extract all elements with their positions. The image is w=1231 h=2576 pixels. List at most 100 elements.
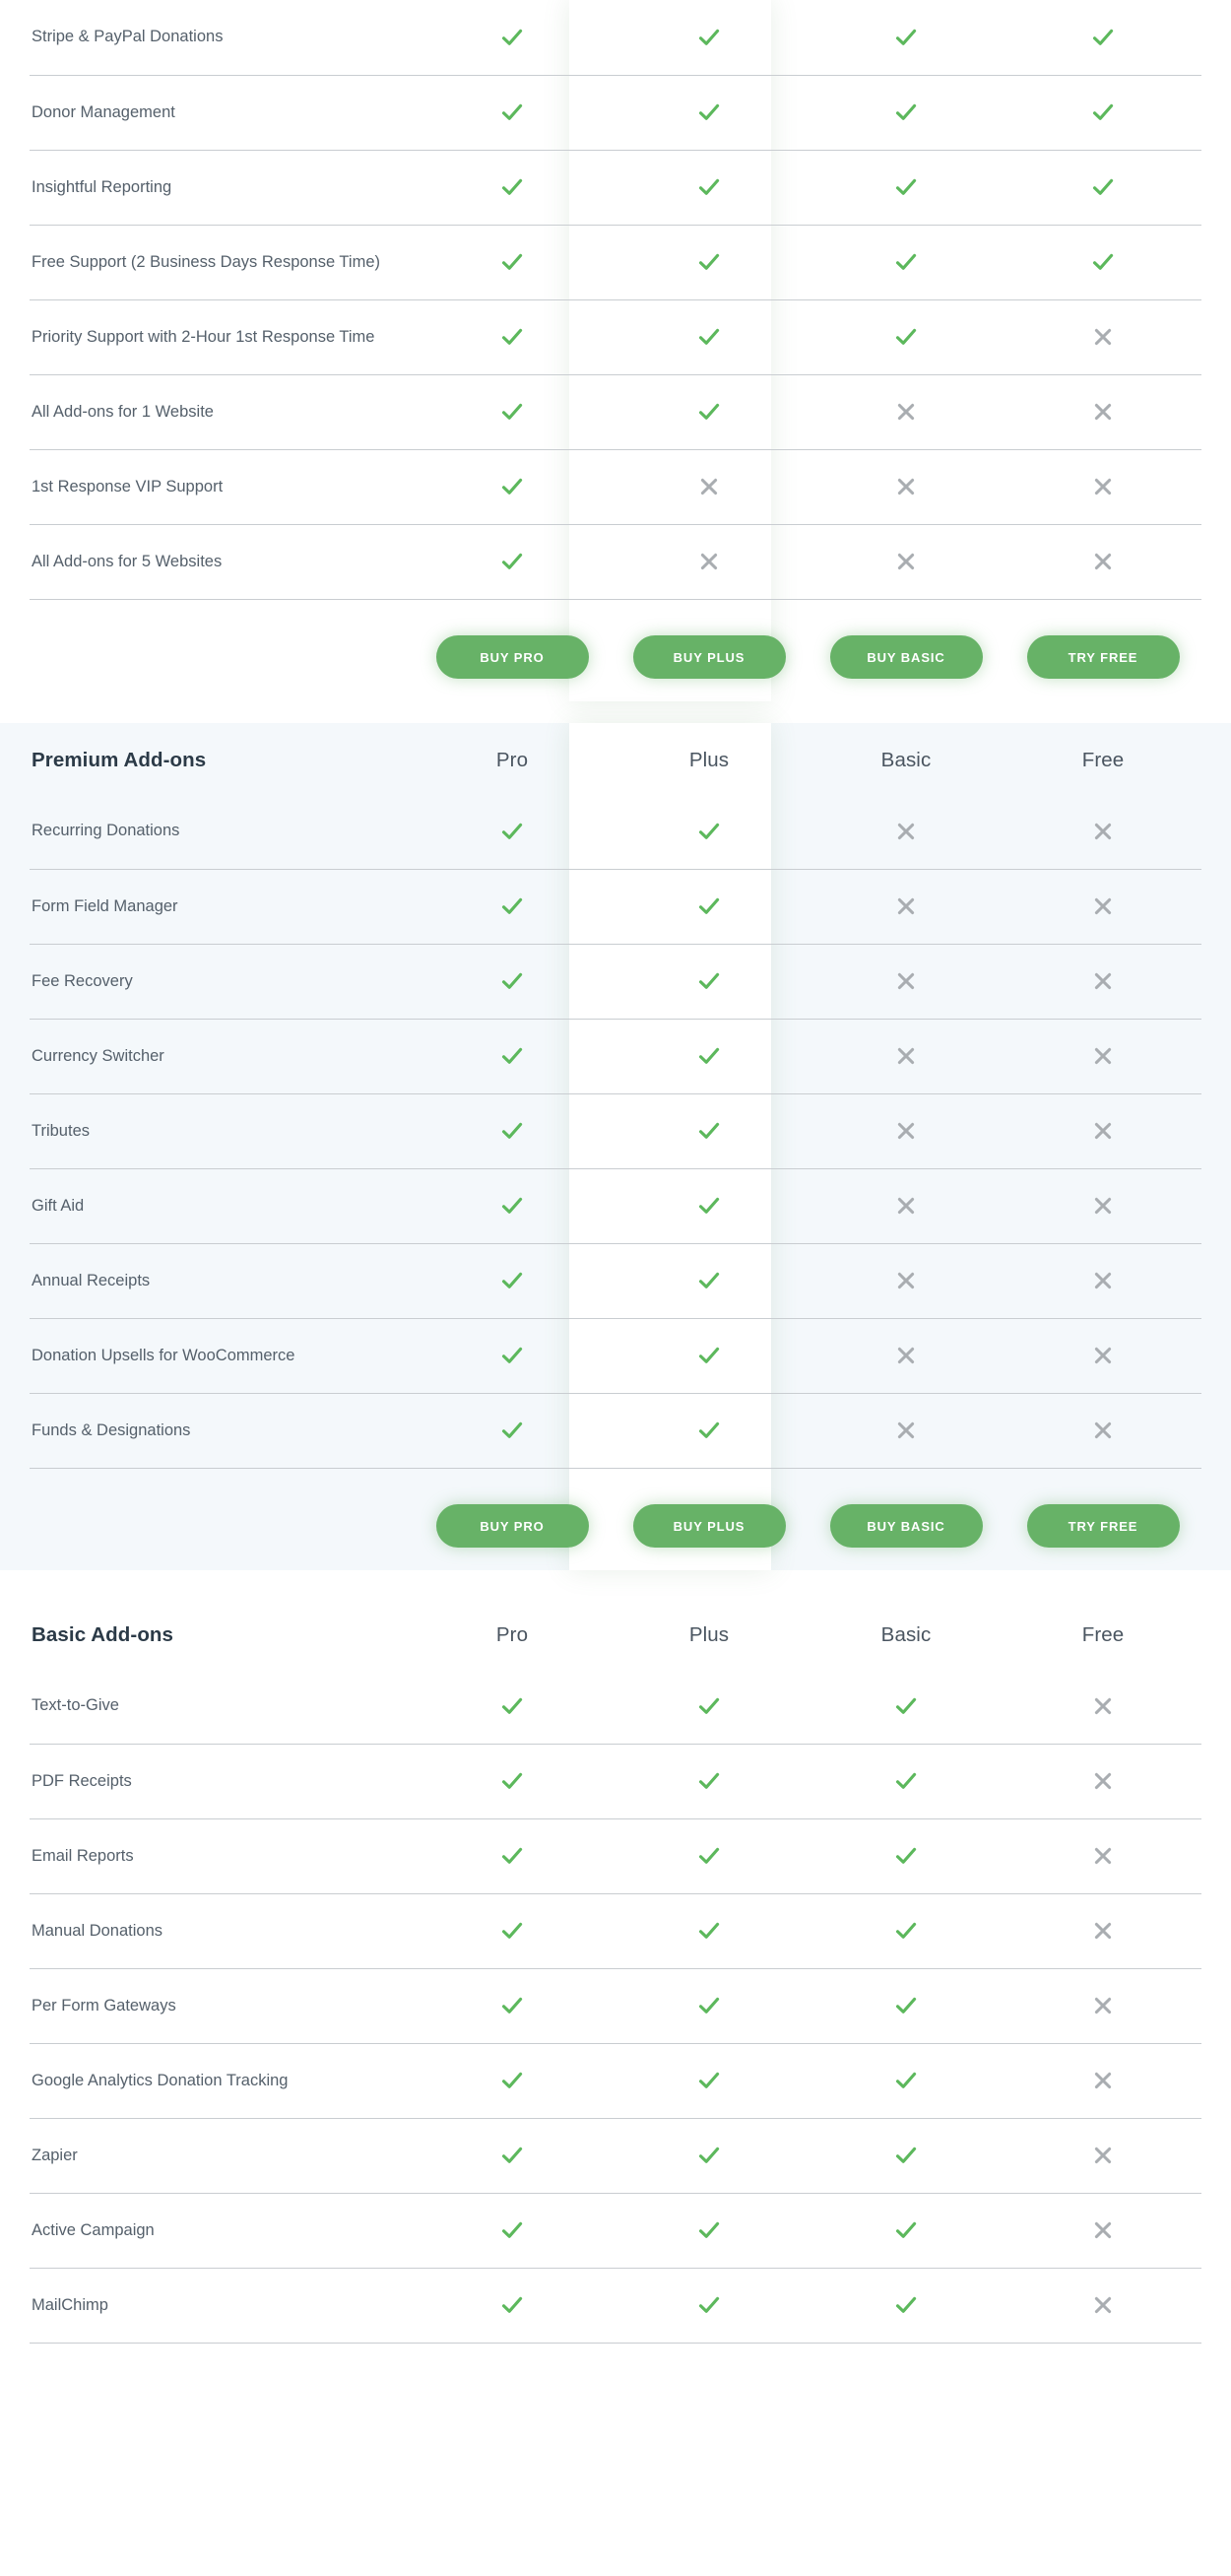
cross-icon	[1090, 1197, 1116, 1215]
cell-pro	[414, 1893, 611, 1969]
feature-label: Manual Donations	[30, 1893, 414, 1969]
cell-free	[1004, 944, 1201, 1020]
cell-basic	[808, 374, 1004, 450]
section-divider	[0, 701, 1231, 723]
column-header-pro: Pro	[495, 1623, 529, 1646]
feature-label: Text-to-Give	[30, 1669, 414, 1745]
buy-pro-button[interactable]: BUY PRO	[435, 635, 589, 680]
buy-pro-button[interactable]: BUY PRO	[435, 1504, 589, 1549]
check-icon	[696, 29, 722, 45]
cell-free	[1004, 1318, 1201, 1394]
column-header-basic: Basic	[880, 749, 932, 771]
check-icon	[499, 253, 525, 270]
cell-free	[1004, 1669, 1201, 1745]
cell-pro	[414, 0, 611, 76]
cell-basic	[808, 1318, 1004, 1394]
cell-pro	[414, 524, 611, 600]
cta-cell: BUY PRO	[414, 1468, 611, 1570]
buy-basic-button[interactable]: BUY BASIC	[829, 635, 983, 680]
table-row: PDF Receipts	[30, 1744, 1201, 1819]
cell-plus	[611, 869, 808, 945]
feature-label: Donation Upsells for WooCommerce	[30, 1318, 414, 1394]
check-icon	[499, 1421, 525, 1438]
cell-free	[1004, 869, 1201, 945]
cell-free	[1004, 2118, 1201, 2194]
cell-basic	[808, 1744, 1004, 1819]
cta-cell: BUY BASIC	[808, 1468, 1004, 1570]
feature-label: Email Reports	[30, 1818, 414, 1894]
check-icon	[696, 1697, 722, 1714]
buy-plus-button[interactable]: BUY PLUS	[632, 1504, 786, 1549]
cta-button-row: BUY PRO BUY PLUS BUY BASIC TRY FREE	[30, 599, 1201, 701]
table-row: Annual Receipts	[30, 1243, 1201, 1319]
column-header-free: Free	[1081, 1623, 1125, 1646]
cross-icon	[893, 1347, 919, 1364]
cell-basic	[808, 2118, 1004, 2194]
column-header-free: Free	[1081, 749, 1125, 771]
cta-cell: TRY FREE	[1004, 1468, 1201, 1570]
check-icon	[499, 1997, 525, 2014]
cell-free	[1004, 449, 1201, 525]
check-icon	[696, 253, 722, 270]
cross-icon	[893, 972, 919, 990]
cross-icon	[893, 1197, 919, 1215]
cell-plus	[611, 944, 808, 1020]
feature-label: Stripe & PayPal Donations	[30, 0, 414, 76]
check-icon	[696, 1922, 722, 1939]
feature-label: All Add-ons for 1 Website	[30, 374, 414, 450]
cell-pro	[414, 2043, 611, 2119]
buy-plus-button[interactable]: BUY PLUS	[632, 635, 786, 680]
cell-free	[1004, 2043, 1201, 2119]
cell-basic	[808, 449, 1004, 525]
cell-pro	[414, 1818, 611, 1894]
check-icon	[499, 897, 525, 914]
check-icon	[696, 1347, 722, 1363]
check-icon	[893, 1697, 919, 1714]
check-icon	[499, 553, 525, 569]
cell-basic	[808, 1243, 1004, 1319]
cell-free	[1004, 1019, 1201, 1094]
table-row: Zapier	[30, 2118, 1201, 2194]
table-row: Currency Switcher	[30, 1019, 1201, 1094]
cell-plus	[611, 2118, 808, 2194]
cell-basic	[808, 225, 1004, 300]
check-icon	[893, 103, 919, 120]
cell-free	[1004, 2268, 1201, 2344]
cell-basic	[808, 150, 1004, 226]
check-icon	[499, 2147, 525, 2163]
try-free-button[interactable]: TRY FREE	[1026, 1504, 1180, 1549]
check-icon	[696, 2072, 722, 2088]
buy-basic-button[interactable]: BUY BASIC	[829, 1504, 983, 1549]
check-icon	[499, 1697, 525, 1714]
cell-pro	[414, 1168, 611, 1244]
check-icon	[696, 1997, 722, 2014]
cell-pro	[414, 2118, 611, 2194]
cell-plus	[611, 1893, 808, 1969]
cell-pro	[414, 299, 611, 375]
check-icon	[499, 328, 525, 345]
cross-icon	[696, 553, 722, 570]
feature-label: Active Campaign	[30, 2193, 414, 2269]
check-icon	[893, 2221, 919, 2238]
check-icon	[499, 972, 525, 989]
cell-pro	[414, 1318, 611, 1394]
check-icon	[893, 1997, 919, 2014]
section-basic-add-ons: Basic Add-ons Pro Plus Basic Free Text-to-Giv…	[0, 1598, 1231, 2344]
cell-plus	[611, 225, 808, 300]
cross-icon	[1090, 1272, 1116, 1289]
cell-pro	[414, 869, 611, 945]
cell-basic	[808, 1393, 1004, 1469]
cta-spacer	[30, 599, 414, 701]
check-icon	[696, 1122, 722, 1139]
cell-basic	[808, 524, 1004, 600]
cell-pro	[414, 1968, 611, 2044]
feature-label: Google Analytics Donation Tracking	[30, 2043, 414, 2119]
feature-label: Donor Management	[30, 75, 414, 151]
feature-label: Funds & Designations	[30, 1393, 414, 1469]
comparison-table-wrapper: Basic Add-ons Pro Plus Basic Free Text-to-Giv…	[30, 1598, 1201, 2344]
try-free-button[interactable]: TRY FREE	[1026, 635, 1180, 680]
section-core-features: Stripe & PayPal Donations Donor Managemen…	[0, 0, 1231, 701]
sections-root: Stripe & PayPal Donations Donor Managemen…	[0, 0, 1231, 2344]
cell-basic	[808, 1893, 1004, 1969]
cell-plus	[611, 2043, 808, 2119]
